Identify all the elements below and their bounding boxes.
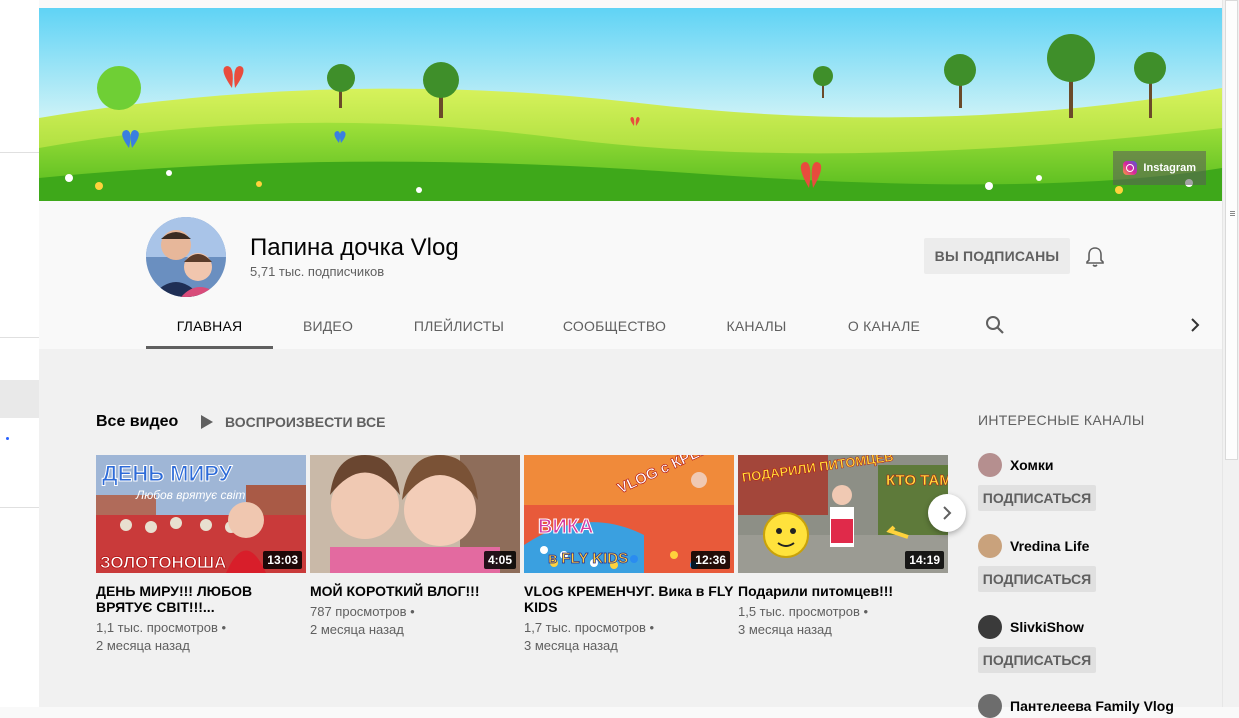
related-channel-name[interactable]: Пантелеева Family Vlog — [1010, 698, 1174, 714]
scrollbar-grip — [1230, 211, 1235, 212]
video-age: 2 месяца назад — [310, 622, 404, 637]
banner-artwork — [39, 8, 1222, 201]
video-card[interactable]: 4:05 МОЙ КОРОТКИЙ ВЛОГ!!! 787 просмотров… — [310, 455, 520, 639]
avatar-image — [146, 217, 226, 297]
related-channel-name[interactable]: SlivkiShow — [1010, 619, 1084, 635]
tab-home[interactable]: ГЛАВНАЯ — [146, 303, 273, 349]
sidebar-item-active[interactable] — [0, 380, 39, 418]
subscribe-button[interactable]: ПОДПИСАТЬСЯ — [978, 566, 1096, 592]
channel-content: Все видео ВОСПРОИЗВЕСТИ ВСЕ ДЕНЬ МИРУ Лю… — [39, 349, 1222, 718]
related-channel: Vredina Life ПОДПИСАТЬСЯ — [978, 534, 1198, 592]
video-age: 3 месяца назад — [524, 638, 618, 653]
channel-tabs: ГЛАВНАЯ ВИДЕО ПЛЕЙЛИСТЫ СООБЩЕСТВО КАНАЛ… — [146, 303, 949, 349]
video-title[interactable]: VLOG КРЕМЕНЧУГ. Вика в FLY KIDS — [524, 583, 734, 615]
page-scrollbar[interactable] — [1222, 0, 1239, 707]
bell-icon[interactable] — [1085, 246, 1105, 268]
video-thumbnail[interactable]: VLOG с КРЕМЕНЧУГ ВИКА в FLY KIDS 12:36 — [524, 455, 734, 573]
instagram-link[interactable]: Instagram — [1113, 151, 1206, 185]
related-channel: Хомки ПОДПИСАТЬСЯ — [978, 453, 1198, 511]
subscriber-count: 5,71 тыс. подписчиков — [250, 264, 385, 279]
related-channel-name[interactable]: Хомки — [1010, 457, 1054, 473]
carousel-next-button[interactable] — [928, 494, 966, 532]
thumb-text-mid: КТО ТАМ? — [886, 472, 948, 489]
play-icon — [201, 415, 213, 429]
guide-sidebar — [0, 0, 39, 707]
thumb-text-mid: ВИКА — [538, 516, 593, 538]
instagram-label: Instagram — [1143, 162, 1196, 174]
video-duration: 13:03 — [263, 551, 302, 569]
channel-title: Папина дочка Vlog — [250, 234, 459, 261]
video-views: 1,5 тыс. просмотров • — [738, 604, 869, 619]
video-thumbnail[interactable]: 4:05 — [310, 455, 520, 573]
play-all-button[interactable]: ВОСПРОИЗВЕСТИ ВСЕ — [201, 412, 385, 432]
channel-banner: Instagram — [39, 8, 1222, 201]
video-title[interactable]: МОЙ КОРОТКИЙ ВЛОГ!!! — [310, 583, 520, 599]
video-title[interactable]: Подарили питомцев!!! — [738, 583, 948, 599]
tab-channels[interactable]: КАНАЛЫ — [694, 303, 819, 349]
thumb-text-top: ДЕНЬ МИРУ — [102, 461, 233, 486]
subscribed-button[interactable]: ВЫ ПОДПИСАНЫ — [924, 238, 1070, 274]
search-icon[interactable] — [985, 315, 1005, 335]
thumb-text-bottom: ЗОЛОТОНОША — [100, 553, 226, 572]
video-card[interactable]: ДЕНЬ МИРУ Любов врятує світ ЗОЛОТОНОША 1… — [96, 455, 306, 655]
channel-avatar[interactable] — [146, 217, 226, 297]
thumb-text-bottom: в FLY KIDS — [548, 550, 628, 567]
section-title: Все видео — [96, 413, 179, 430]
instagram-icon — [1123, 161, 1138, 175]
video-duration: 14:19 — [905, 551, 944, 569]
subscribe-button[interactable]: ПОДПИСАТЬСЯ — [978, 485, 1096, 511]
video-title[interactable]: ДЕНЬ МИРУ!!! ЛЮБОВ ВРЯТУЄ СВІТ!!!... — [96, 583, 306, 615]
video-views: 1,7 тыс. просмотров • — [524, 620, 655, 635]
tab-videos[interactable]: ВИДЕО — [273, 303, 383, 349]
video-views: 787 просмотров • — [310, 604, 415, 619]
sidebar-divider — [0, 152, 39, 153]
channel-avatar[interactable] — [978, 694, 1002, 718]
sidebar-live-dot — [6, 437, 9, 440]
thumb-text-mid: Любов врятує світ — [135, 488, 245, 502]
video-duration: 12:36 — [691, 551, 730, 569]
related-channel-name[interactable]: Vredina Life — [1010, 538, 1089, 554]
related-channel: Пантелеева Family Vlog — [978, 694, 1198, 718]
video-thumbnail[interactable]: ДЕНЬ МИРУ Любов врятує світ ЗОЛОТОНОША 1… — [96, 455, 306, 573]
chevron-right-icon[interactable] — [1189, 317, 1201, 333]
sidebar-divider — [0, 507, 39, 508]
related-channels-title: ИНТЕРЕСНЫЕ КАНАЛЫ — [978, 412, 1145, 428]
channel-header: Папина дочка Vlog 5,71 тыс. подписчиков … — [39, 201, 1222, 349]
related-channel: SlivkiShow ПОДПИСАТЬСЯ — [978, 615, 1198, 673]
video-duration: 4:05 — [483, 551, 516, 569]
video-age: 3 месяца назад — [738, 622, 832, 637]
video-thumbnail[interactable]: ПОДАРИЛИ ПИТОМЦЕВ КТО ТАМ? 14:19 — [738, 455, 948, 573]
channel-avatar[interactable] — [978, 453, 1002, 477]
sidebar-divider — [0, 337, 39, 338]
tab-playlists[interactable]: ПЛЕЙЛИСТЫ — [383, 303, 535, 349]
chevron-right-icon — [943, 506, 952, 520]
video-card[interactable]: ПОДАРИЛИ ПИТОМЦЕВ КТО ТАМ? 14:19 Подарил… — [738, 455, 948, 639]
play-all-label: ВОСПРОИЗВЕСТИ ВСЕ — [225, 414, 386, 430]
tab-about[interactable]: О КАНАЛЕ — [819, 303, 949, 349]
channel-avatar[interactable] — [978, 534, 1002, 558]
tab-community[interactable]: СООБЩЕСТВО — [535, 303, 694, 349]
video-views: 1,1 тыс. просмотров • — [96, 620, 227, 635]
video-card[interactable]: VLOG с КРЕМЕНЧУГ ВИКА в FLY KIDS 12:36 V… — [524, 455, 734, 655]
subscribe-button[interactable]: ПОДПИСАТЬСЯ — [978, 647, 1096, 673]
scrollbar-thumb[interactable] — [1225, 0, 1238, 460]
channel-avatar[interactable] — [978, 615, 1002, 639]
video-age: 2 месяца назад — [96, 638, 190, 653]
